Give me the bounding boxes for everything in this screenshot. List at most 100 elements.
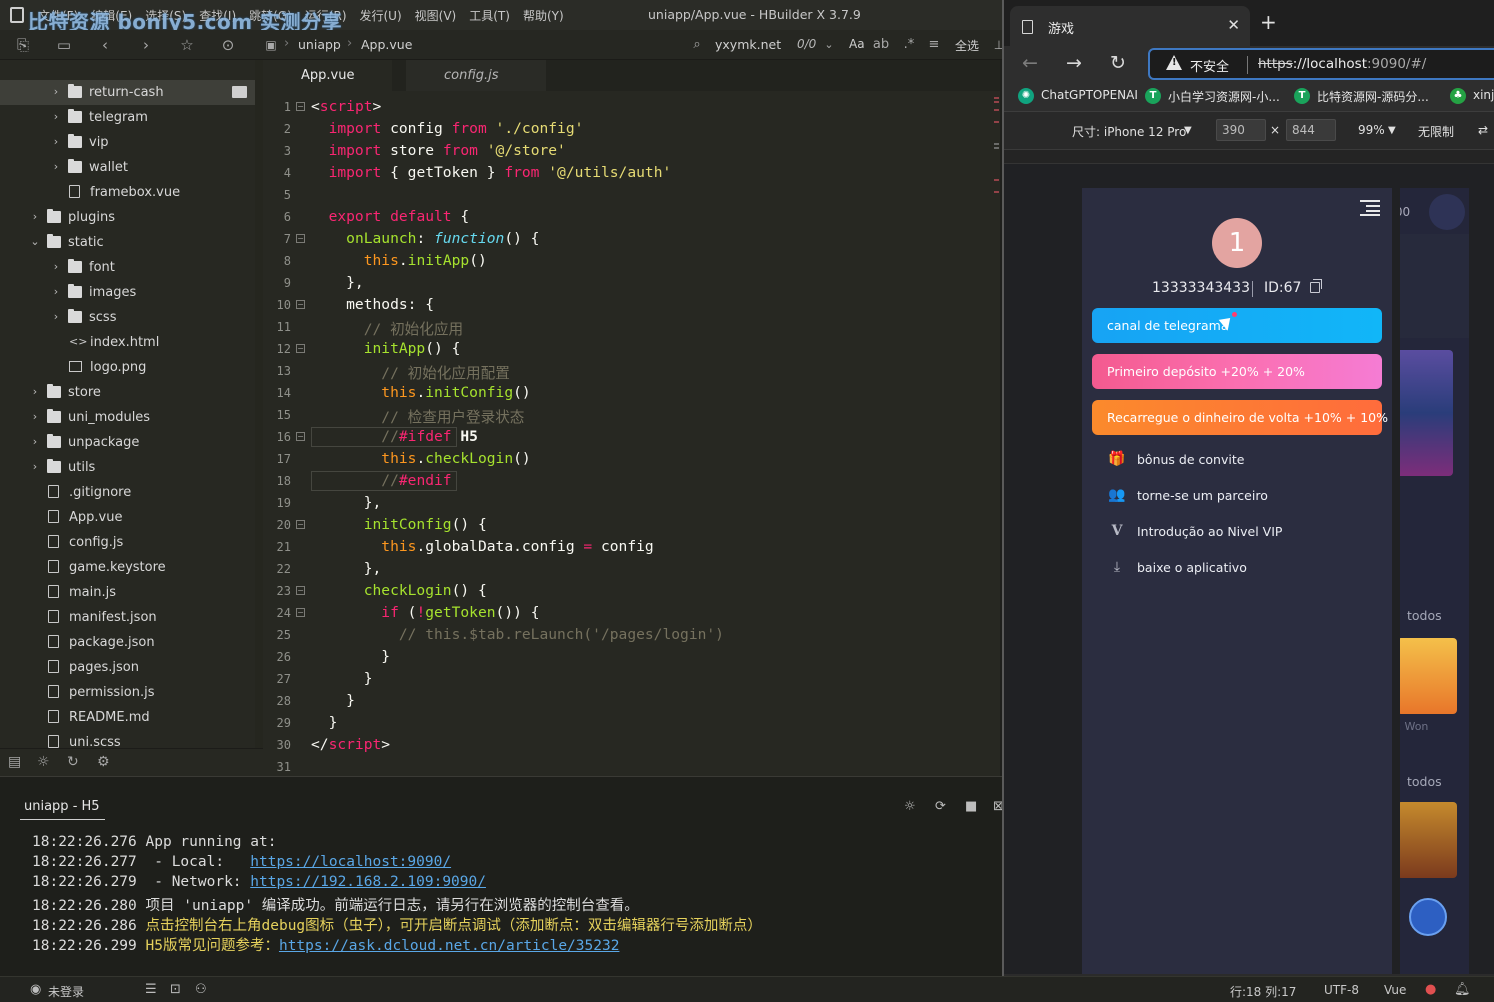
line-number[interactable]: 9 [263,276,291,290]
code-line[interactable]: //#ifdef H5 [311,428,478,445]
back-icon[interactable]: ‹ [96,36,114,54]
tree-item[interactable]: › font [0,255,255,280]
line-number[interactable]: 15 [263,408,291,422]
bookmark-link[interactable]: 小白学习资源网-小... [1168,88,1280,105]
code-line[interactable]: if (!getToken()) { [311,604,539,621]
tab-app-vue[interactable]: App.vue [263,60,393,91]
line-gutter[interactable]: 1−2 3 4 5 6 7−8 9 10−11 12−13 14 15 16−17 18 19 20−21 2… [263,91,309,776]
address-bar[interactable]: 不安全 https://localhost:9090/#/ [1148,48,1494,80]
plugin-icon[interactable]: ⚙ [97,754,110,770]
tree-item[interactable]: › utils [0,455,255,480]
restart-icon[interactable]: ⟳ [935,799,946,814]
network-icon[interactable]: ⚇ [195,982,207,997]
code-line[interactable]: this.globalData.config = config [311,538,653,555]
code-line[interactable]: this.initConfig() [311,384,530,401]
line-number[interactable]: 14 [263,386,291,400]
chevron-right-icon[interactable]: › [29,460,41,473]
chevron-down-icon[interactable]: ▼ [1388,125,1396,136]
tree-item[interactable]: framebox.vue [0,180,255,205]
phone-scrollbar[interactable] [1392,188,1400,974]
menu-item[interactable]: 视图(V) [415,7,457,24]
browser-tab[interactable]: 游戏 ✕ [1010,6,1250,46]
run-icon[interactable]: ⊙ [219,36,237,54]
tree-item[interactable]: .gitignore [0,480,255,505]
code-line[interactable]: this.checkLogin() [311,450,530,467]
fold-toggle-icon[interactable]: − [296,300,305,309]
line-number[interactable]: 30 [263,738,291,752]
stop-icon[interactable]: ■ [965,799,977,814]
line-number[interactable]: 1 [263,100,291,114]
code-line[interactable]: }, [311,274,364,291]
see-all-link[interactable]: todos [1407,608,1442,623]
see-all-link[interactable]: todos [1407,774,1442,789]
copy-icon[interactable] [1310,279,1322,293]
line-number[interactable]: 31 [263,760,291,774]
code-line[interactable]: // 检查用户登录状态 [311,406,524,427]
avatar[interactable]: 1 [1212,218,1262,268]
code-line[interactable]: //#endif [311,472,451,489]
log-link[interactable]: https://ask.dcloud.net.cn/article/35232 [279,938,619,954]
tree-item[interactable]: › wallet [0,155,255,180]
code-line[interactable]: } [311,670,373,687]
save-icon[interactable]: ▭ [55,36,73,54]
tree-item[interactable]: <> index.html [0,330,255,355]
tree-item[interactable]: manifest.json [0,605,255,630]
width-input[interactable]: 390 [1216,119,1266,141]
minimap[interactable] [992,91,1000,211]
code-line[interactable]: export default { [311,208,470,225]
menu-collapse-icon[interactable] [1360,200,1380,216]
fold-toggle-icon[interactable]: − [296,234,305,243]
chevron-right-icon[interactable]: › [29,210,41,223]
tab-config-js[interactable]: config.js [406,60,546,91]
bookmark-link[interactable]: xinjia [1473,88,1494,102]
media-query-bar[interactable] [1004,150,1494,164]
t-logo-icon[interactable]: T [1294,88,1310,104]
line-number[interactable]: 3 [263,144,291,158]
line-number[interactable]: 28 [263,694,291,708]
forward-icon[interactable]: › [137,36,155,54]
throttle-select[interactable]: 无限制 [1418,123,1454,140]
terminal-icon[interactable]: ⊡ [170,982,181,997]
line-number[interactable]: 6 [263,210,291,224]
line-number[interactable]: 7 [263,232,291,246]
tree-item[interactable]: permission.js [0,680,255,705]
code-line[interactable]: } [311,714,338,731]
search-icon[interactable]: ⌕ [688,36,706,54]
bookmark-link[interactable]: ChatGPTOPENAI [1041,88,1138,102]
language-mode[interactable]: Vue [1384,983,1406,997]
replace-icon[interactable]: ≡ [925,36,943,54]
chevron-down-icon[interactable]: ▼ [1184,125,1192,136]
tree-item[interactable]: › return-cash [0,80,255,105]
url-text[interactable]: https://localhost:9090/#/ [1258,56,1426,72]
fold-toggle-icon[interactable]: − [296,586,305,595]
line-number[interactable]: 26 [263,650,291,664]
code-line[interactable]: // this.$tab.reLaunch('/pages/login') [311,626,724,643]
code-line[interactable]: // 初始化应用配置 [311,362,510,383]
chevron-right-icon[interactable]: › [50,135,62,148]
game-card[interactable] [1397,638,1457,714]
chevron-right-icon[interactable]: › [50,285,62,298]
line-number[interactable]: 2 [263,122,291,136]
whole-word-icon[interactable]: ab [872,36,890,54]
support-chat-button[interactable] [1409,898,1447,936]
bell-icon[interactable]: 🔔︎ [1454,982,1471,997]
user-icon[interactable]: ◉ [30,982,41,997]
menu-item[interactable]: 发行(U) [360,7,402,24]
line-number[interactable]: 4 [263,166,291,180]
tree-item[interactable]: App.vue [0,505,255,530]
tree-item[interactable]: › images [0,280,255,305]
line-number[interactable]: 21 [263,540,291,554]
code-line[interactable]: } [311,648,390,665]
log-link[interactable]: https://192.168.2.109:9090/ [250,874,486,890]
mail-button[interactable] [1429,194,1465,230]
list-icon[interactable]: ☰ [145,982,157,997]
code-line[interactable]: }, [311,494,382,511]
line-number[interactable]: 13 [263,364,291,378]
tree-item[interactable]: pages.json [0,655,255,680]
code-line[interactable]: }, [311,560,382,577]
tree-item[interactable]: package.json [0,630,255,655]
line-number[interactable]: 27 [263,672,291,686]
notification-badge-icon[interactable]: ● [1425,982,1436,997]
new-tab-icon[interactable]: + [1260,12,1277,32]
fold-toggle-icon[interactable]: − [296,520,305,529]
